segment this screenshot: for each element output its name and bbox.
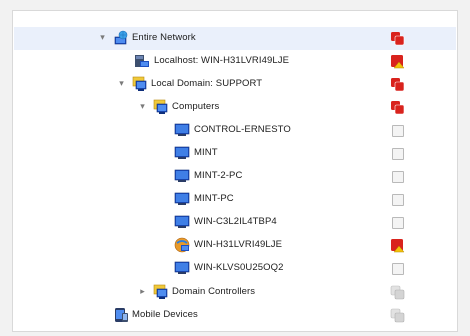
group-status-gray-icon bbox=[390, 308, 405, 323]
group-status-red-icon bbox=[390, 77, 405, 92]
group-status-gray-icon bbox=[390, 285, 405, 300]
checkbox[interactable] bbox=[390, 215, 405, 230]
tree-item-label: Domain Controllers bbox=[172, 286, 256, 297]
server-icon bbox=[174, 237, 190, 253]
network-icon bbox=[113, 30, 129, 46]
tree-item-local-domain[interactable]: ▾ Local Domain: SUPPORT bbox=[14, 73, 456, 96]
mobile-devices-icon bbox=[113, 307, 129, 323]
checkbox[interactable] bbox=[390, 261, 405, 276]
tree-item-label: Computers bbox=[172, 101, 220, 112]
computer-icon bbox=[174, 145, 190, 161]
tree-item-label: Mobile Devices bbox=[132, 309, 198, 320]
tree-item-label: WIN-C3L2IL4TBP4 bbox=[194, 216, 277, 227]
tree-item-label: MINT-PC bbox=[194, 193, 234, 204]
computer-icon bbox=[174, 214, 190, 230]
tree-item-computer[interactable]: WIN-KLVS0U25OQ2 bbox=[14, 257, 456, 280]
tree-item-computer[interactable]: WIN-H31LVRI49LJE bbox=[14, 234, 456, 257]
tree-item-label: Entire Network bbox=[132, 32, 196, 43]
computers-folder-icon bbox=[153, 99, 169, 115]
chevron-down-icon[interactable]: ▾ bbox=[98, 33, 107, 42]
domain-controllers-folder-icon bbox=[153, 284, 169, 300]
tree-item-label: WIN-H31LVRI49LJE bbox=[194, 239, 283, 250]
localhost-icon bbox=[134, 53, 150, 69]
chevron-down-icon[interactable]: ▾ bbox=[138, 102, 147, 111]
checkbox[interactable] bbox=[390, 123, 405, 138]
computer-icon bbox=[174, 168, 190, 184]
tree-item-computer[interactable]: MINT-2-PC bbox=[14, 165, 456, 188]
tree-item-label: MINT bbox=[194, 147, 218, 158]
group-status-red-icon bbox=[390, 100, 405, 115]
tree-item-label: Local Domain: SUPPORT bbox=[151, 78, 263, 89]
network-tree-panel: ▾ Entire Network Localhost: WIN-H31LVRI4… bbox=[12, 10, 458, 332]
checkbox[interactable] bbox=[390, 169, 405, 184]
checkbox[interactable] bbox=[390, 146, 405, 161]
chevron-right-icon[interactable]: ▸ bbox=[138, 287, 147, 296]
red-warning-status-icon bbox=[390, 54, 405, 69]
computer-icon bbox=[174, 260, 190, 276]
tree-item-computer[interactable]: CONTROL-ERNESTO bbox=[14, 119, 456, 142]
group-status-red-icon bbox=[390, 31, 405, 46]
tree-item-computer[interactable]: WIN-C3L2IL4TBP4 bbox=[14, 211, 456, 234]
tree-item-label: MINT-2-PC bbox=[194, 170, 243, 181]
tree-item-localhost[interactable]: Localhost: WIN-H31LVRI49LJE bbox=[14, 50, 456, 73]
tree-item-label: WIN-KLVS0U25OQ2 bbox=[194, 262, 284, 273]
tree-item-computer[interactable]: MINT bbox=[14, 142, 456, 165]
tree-item-label: CONTROL-ERNESTO bbox=[194, 124, 291, 135]
red-warning-status-icon bbox=[390, 238, 405, 253]
tree-item-domain-controllers[interactable]: ▸ Domain Controllers bbox=[14, 281, 456, 304]
domain-icon bbox=[132, 76, 148, 92]
tree-item-mobile-devices[interactable]: Mobile Devices bbox=[14, 304, 456, 327]
tree-item-entire-network[interactable]: ▾ Entire Network bbox=[14, 27, 456, 50]
tree-item-computer[interactable]: MINT-PC bbox=[14, 188, 456, 211]
tree-item-label: Localhost: WIN-H31LVRI49LJE bbox=[154, 55, 290, 66]
tree-item-computers[interactable]: ▾ Computers bbox=[14, 96, 456, 119]
computer-icon bbox=[174, 191, 190, 207]
checkbox[interactable] bbox=[390, 192, 405, 207]
computer-icon bbox=[174, 122, 190, 138]
chevron-down-icon[interactable]: ▾ bbox=[117, 79, 126, 88]
